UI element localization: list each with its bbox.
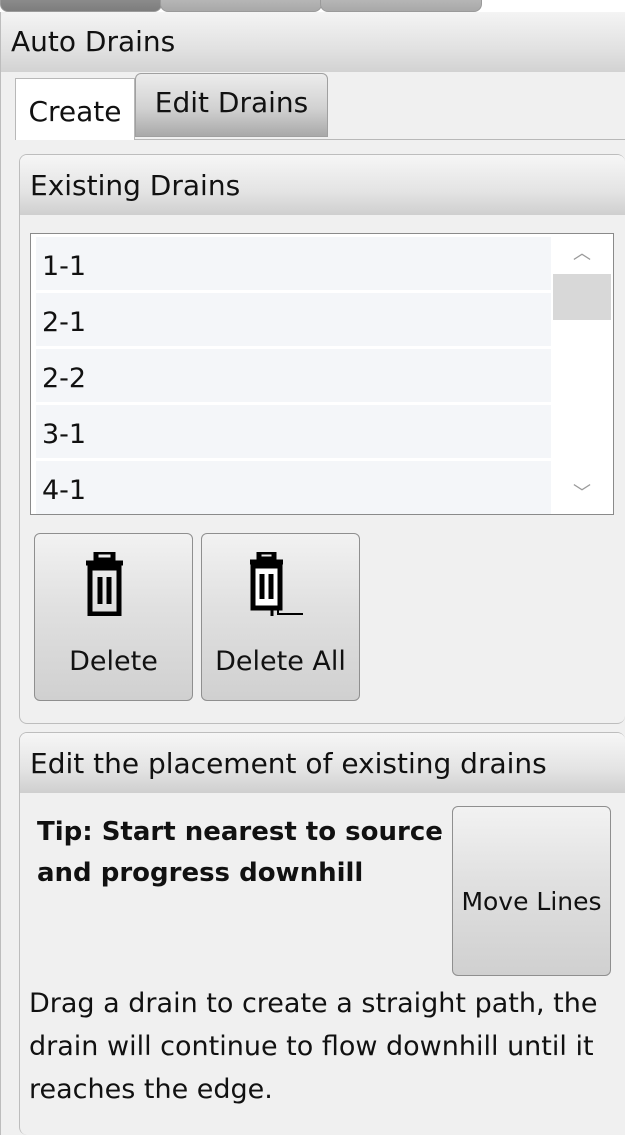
top-tab-2[interactable]	[160, 0, 322, 12]
edit-placement-header: Edit the placement of existing drains	[20, 733, 625, 793]
trash-icon	[86, 552, 123, 616]
scroll-thumb[interactable]	[553, 274, 611, 320]
scroll-up-icon[interactable]: ︿	[551, 234, 613, 274]
delete-button-label: Delete	[69, 646, 158, 677]
instructions-text: Drag a drain to create a straight path, …	[29, 988, 598, 1105]
list-item[interactable]: 1-1	[36, 237, 580, 290]
trash-stack-icon	[250, 552, 303, 616]
top-tab-strip	[0, 0, 625, 12]
panel-title: Auto Drains	[1, 12, 625, 72]
list-item[interactable]: 3-1	[36, 405, 580, 458]
list-item[interactable]: 4-1	[36, 461, 580, 514]
list-items: 1-1 2-1 2-2 3-1 4-1	[36, 237, 580, 514]
tab-edit-drains[interactable]: Edit Drains	[135, 73, 328, 137]
tip-text: Tip: Start nearest to source and progres…	[37, 817, 443, 888]
list-item[interactable]: 2-2	[36, 349, 580, 402]
tab-create[interactable]: Create	[15, 78, 135, 140]
delete-button[interactable]: Delete	[34, 533, 193, 701]
existing-drains-list[interactable]: 1-1 2-1 2-2 3-1 4-1 ︿ ﹀	[30, 233, 614, 515]
list-scrollbar[interactable]: ︿ ﹀	[551, 234, 613, 514]
auto-drains-window: Auto Drains Edit Drains Create Existing …	[0, 0, 625, 1135]
existing-drains-header: Existing Drains	[20, 155, 625, 215]
delete-all-button-label: Delete All	[215, 646, 346, 677]
delete-all-button[interactable]: Delete All	[201, 533, 360, 701]
top-tab-1[interactable]	[0, 0, 162, 12]
scroll-down-icon[interactable]: ﹀	[551, 474, 613, 514]
list-item[interactable]: 2-1	[36, 293, 580, 346]
move-lines-button[interactable]: Move Lines	[452, 806, 611, 976]
top-tab-3[interactable]	[320, 0, 482, 12]
